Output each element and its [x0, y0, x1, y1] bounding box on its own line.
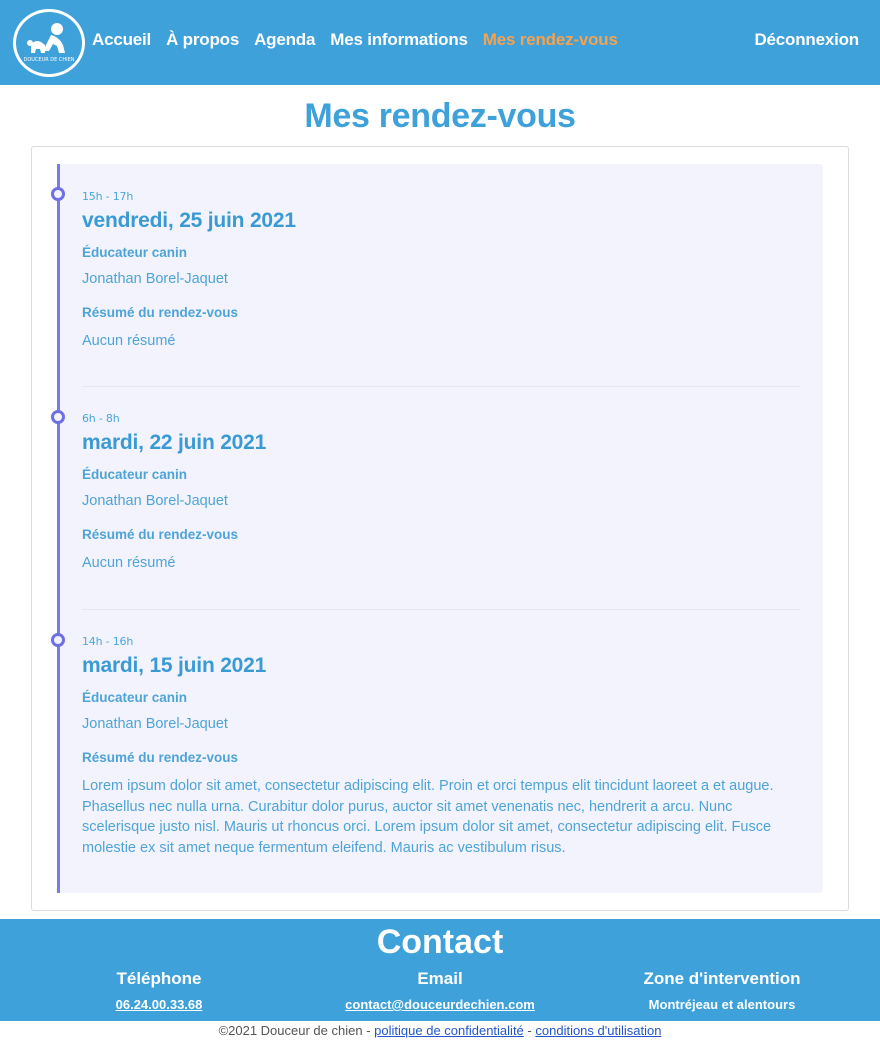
timeline-dot-icon [51, 187, 65, 201]
page-title: Mes rendez-vous [304, 97, 576, 135]
appointment-time: 6h - 8h [82, 412, 120, 425]
privacy-link[interactable]: politique de confidentialité [374, 1023, 524, 1038]
summary-label: Résumé du rendez-vous [82, 305, 239, 320]
copyright-sep: - [366, 1023, 371, 1038]
top-navbar: DOUCEUR DE CHIEN Accueil À propos Agenda… [0, 0, 880, 85]
summary-label: Résumé du rendez-vous [82, 527, 239, 542]
educator-name: Jonathan Borel-Jaquet [82, 716, 228, 732]
timeline-dot-icon [51, 633, 65, 647]
phone-label: Téléphone [116, 969, 202, 988]
email-column: Email contact@douceurdechien.com [320, 969, 560, 1012]
summary-label: Résumé du rendez-vous [82, 750, 239, 765]
logout-link[interactable]: Déconnexion [754, 30, 859, 50]
terms-link[interactable]: conditions d'utilisation [535, 1023, 661, 1038]
educator-label: Éducateur canin [82, 467, 188, 482]
copyright-text: ©2021 Douceur de chien [218, 1023, 363, 1038]
timeline-line [57, 164, 60, 893]
appointment-date: mardi, 22 juin 2021 [82, 431, 267, 454]
dog-logo-icon: DOUCEUR DE CHIEN [23, 23, 75, 63]
logo-text: DOUCEUR DE CHIEN [23, 57, 74, 63]
zone-column: Zone d'intervention Montréjeau et alento… [612, 969, 832, 1012]
email-label: Email [417, 969, 463, 988]
contact-footer: Contact Téléphone 06.24.00.33.68 Email c… [0, 919, 880, 1021]
summary-text: Lorem ipsum dolor sit amet, consectetur … [82, 778, 774, 856]
appointment-time: 14h - 16h [82, 635, 134, 648]
appointment-date: mardi, 15 juin 2021 [82, 654, 267, 677]
copyright-sep: - [527, 1023, 532, 1038]
divider [82, 609, 800, 610]
nav-accueil[interactable]: Accueil [92, 30, 151, 50]
logo[interactable]: DOUCEUR DE CHIEN [13, 9, 85, 77]
educator-name: Jonathan Borel-Jaquet [82, 493, 228, 509]
divider [82, 386, 800, 387]
educator-label: Éducateur canin [82, 245, 188, 260]
nav-a-propos[interactable]: À propos [166, 30, 239, 50]
summary-text: Aucun résumé [82, 333, 176, 349]
educator-label: Éducateur canin [82, 690, 188, 705]
summary-text: Aucun résumé [82, 555, 176, 571]
appointment-time: 15h - 17h [82, 190, 134, 203]
phone-column: Téléphone 06.24.00.33.68 [79, 969, 239, 1012]
zone-label: Zone d'intervention [643, 969, 801, 988]
zone-value: Montréjeau et alentours [648, 997, 796, 1012]
timeline-dot-icon [51, 410, 65, 424]
nav-links: Accueil À propos Agenda Mes informations… [92, 30, 633, 50]
footer-title: Contact [376, 923, 504, 961]
copyright-bar: ©2021 Douceur de chien - politique de co… [0, 1023, 880, 1038]
nav-agenda[interactable]: Agenda [254, 30, 315, 50]
appointment-date: vendredi, 25 juin 2021 [82, 209, 296, 232]
email-link[interactable]: contact@douceurdechien.com [320, 997, 560, 1012]
nav-mes-rendez-vous[interactable]: Mes rendez-vous [483, 30, 618, 50]
nav-mes-informations[interactable]: Mes informations [330, 30, 468, 50]
educator-name: Jonathan Borel-Jaquet [82, 271, 228, 287]
phone-link[interactable]: 06.24.00.33.68 [79, 997, 239, 1012]
